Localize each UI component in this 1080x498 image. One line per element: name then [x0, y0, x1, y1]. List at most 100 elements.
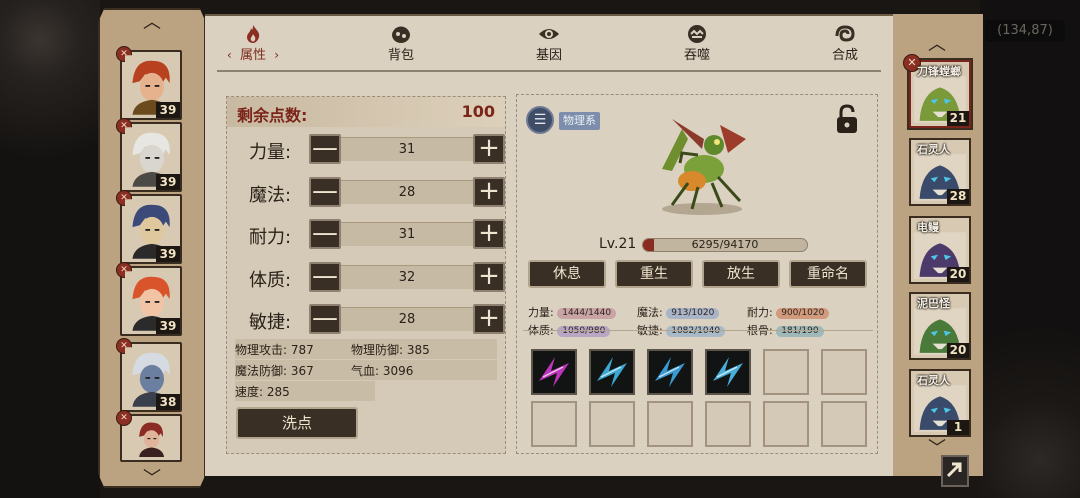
character-portrait [125, 419, 177, 457]
stat-label: 力量: [249, 142, 292, 163]
tab-bar: ‹ 属性 › 背包 基因 吞噬 合成 [205, 16, 893, 74]
skill-slot[interactable] [589, 349, 635, 395]
empty-skill-slot[interactable] [647, 401, 693, 447]
character-card[interactable]: ✕ [116, 410, 182, 462]
skill-icon [591, 351, 633, 393]
skill-icon [707, 351, 749, 393]
empty-skill-slot[interactable] [763, 349, 809, 395]
swirl-icon [835, 25, 855, 42]
empty-skill-slot[interactable] [705, 401, 751, 447]
character-card[interactable]: ✕ 39 [116, 190, 182, 264]
empty-skill-slot[interactable] [589, 401, 635, 447]
stat-label: 耐力: [249, 227, 292, 248]
release-button[interactable]: 放生 [702, 260, 780, 288]
rest-button[interactable]: 休息 [528, 260, 606, 288]
pet-card[interactable]: 泥巴怪 20 [909, 292, 971, 360]
pet-card[interactable]: 石灵人 28 [909, 138, 971, 206]
scroll-down-icon[interactable]: ﹀ [137, 470, 167, 488]
empty-skill-slot[interactable] [821, 349, 867, 395]
minus-button[interactable]: — [309, 176, 341, 207]
derived-stat: 速度: 285 [235, 385, 290, 399]
pet-card[interactable]: 石灵人 1 [909, 369, 971, 437]
character-level: 39 [156, 174, 180, 190]
character-list: ︿ ✕ 39 ✕ 39 ✕ 39 ✕ 39 ✕ 38 ✕ ﹀ [98, 8, 206, 488]
aptitude-value: 1444/1440 [557, 308, 617, 319]
tab-gene[interactable]: 基因 [509, 22, 589, 68]
rebirth-button[interactable]: 重生 [615, 260, 693, 288]
derived-stat: 物理防御: 385 [351, 343, 430, 357]
character-level: 39 [156, 102, 180, 118]
pet-name: 石灵人 [917, 143, 950, 156]
empty-skill-slot[interactable] [531, 401, 577, 447]
unlock-icon[interactable] [833, 103, 861, 135]
tab-bag[interactable]: 背包 [361, 22, 441, 68]
stat-row: 力量: —31 + [227, 132, 505, 168]
stat-row: 耐力: —31 + [227, 217, 505, 253]
plus-button[interactable]: + [473, 219, 505, 249]
plus-button[interactable]: + [473, 304, 505, 334]
scroll-up-icon[interactable]: ︿ [137, 14, 167, 32]
minus-button[interactable]: — [309, 134, 341, 164]
tab-synthesize[interactable]: 合成 [805, 22, 885, 68]
pet-name: 刀锋螳螂 [917, 65, 961, 78]
aptitude-stat: 根骨: 181/190 [747, 322, 824, 337]
mantis-monster-image [662, 119, 746, 215]
tab-attributes[interactable]: ‹ 属性 › [213, 22, 293, 68]
pet-level: 21 [947, 111, 969, 126]
divider [523, 330, 873, 331]
character-card[interactable]: ✕ 38 [116, 338, 182, 412]
minus-button[interactable]: — [309, 304, 341, 334]
monster-level: Lv.21 [599, 236, 637, 252]
back-arrow-icon[interactable] [938, 452, 974, 490]
pet-level: 20 [947, 267, 969, 282]
pet-name: 石灵人 [917, 374, 950, 387]
scroll-up-icon[interactable]: ︿ [922, 36, 952, 54]
aptitude-value: 1050/980 [557, 326, 611, 337]
skill-slot[interactable] [531, 349, 577, 395]
aptitude-value: 181/190 [776, 326, 824, 337]
list-icon[interactable]: ☰ [526, 106, 554, 134]
pet-level: 1 [947, 420, 969, 435]
minus-button[interactable]: — [309, 261, 341, 292]
derived-stat: 物理攻击: 787 [235, 343, 314, 357]
pet-name: 泥巴怪 [917, 297, 950, 310]
character-card[interactable]: ✕ 39 [116, 46, 182, 120]
minus-button[interactable]: — [309, 219, 341, 249]
pet-card[interactable]: ✕ 刀锋螳螂 21 [903, 54, 971, 128]
character-level: 38 [156, 394, 180, 410]
pet-list: ︿ ✕ 刀锋螳螂 21 石灵人 28 电鳗 20 泥巴怪 20 石灵人 1 ﹀ [893, 14, 983, 476]
character-card[interactable]: ✕ 39 [116, 262, 182, 336]
character-card[interactable]: ✕ 39 [116, 118, 182, 192]
pet-name: 电鳗 [917, 221, 939, 234]
stat-value: 28 [341, 307, 473, 331]
skill-slot[interactable] [647, 349, 693, 395]
remaining-points-value: 100 [461, 102, 495, 121]
stat-label: 魔法: [249, 184, 292, 206]
stat-label: 体质: [249, 269, 292, 291]
derived-stat-row: 物理攻击: 787 物理防御: 385 [235, 339, 497, 359]
stat-value: 31 [341, 137, 473, 161]
aptitude-stat: 耐力: 900/1020 [747, 304, 830, 319]
stat-row: 敏捷: —28 + [227, 302, 505, 338]
empty-skill-slot[interactable] [821, 401, 867, 447]
pet-card[interactable]: 电鳗 20 [909, 216, 971, 284]
aptitude-stat: 敏捷: 1082/1040 [637, 322, 726, 337]
reset-points-button[interactable]: 洗点 [236, 407, 358, 439]
monster-panel: ☰ 物理系 Lv.21 6295/94170 休息 重生 放生 重命名 力量: 144… [516, 94, 878, 454]
flame-icon [247, 25, 260, 43]
stat-row: 体质: —32 + [227, 260, 505, 296]
plus-button[interactable]: + [473, 261, 505, 292]
skill-icon [649, 351, 691, 393]
plus-button[interactable]: + [473, 176, 505, 207]
type-badge: 物理系 [559, 112, 600, 130]
derived-stat: 气血: 3096 [351, 364, 414, 378]
maw-icon [688, 25, 706, 43]
plus-button[interactable]: + [473, 134, 505, 164]
aptitude-value: 913/1020 [666, 308, 720, 319]
tab-devour[interactable]: 吞噬 [657, 22, 737, 68]
skill-slot[interactable] [705, 349, 751, 395]
pet-level: 20 [947, 343, 969, 358]
empty-skill-slot[interactable] [763, 401, 809, 447]
coordinate-readout: (134,87) [985, 20, 1065, 42]
rename-button[interactable]: 重命名 [789, 260, 867, 288]
